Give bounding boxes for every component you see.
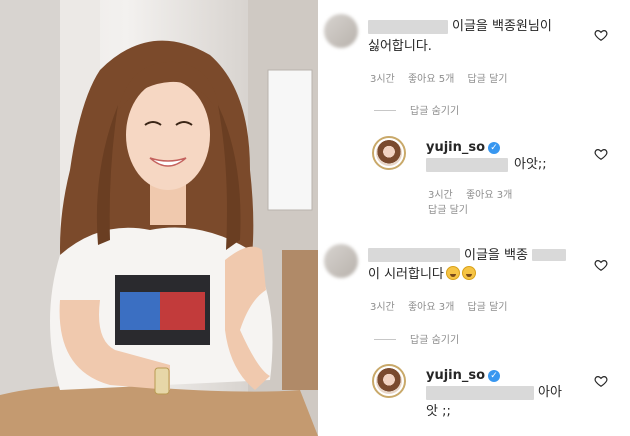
username-text: yujin_so bbox=[426, 140, 486, 155]
commenter-avatar[interactable] bbox=[324, 14, 358, 48]
owner-username[interactable]: yujin_so ✓ bbox=[426, 368, 501, 383]
comment-meta: 3시간 좋아요 3개 답글 달기 bbox=[370, 298, 517, 313]
reply-button[interactable]: 답글 달기 bbox=[467, 302, 507, 313]
divider-line bbox=[374, 339, 396, 340]
commenter-avatar[interactable] bbox=[324, 244, 358, 278]
reply-likes[interactable]: 좋아요 3개 bbox=[466, 190, 512, 201]
reply-text: 아아 bbox=[538, 385, 562, 400]
rolling-laughing-emoji-icon bbox=[445, 266, 460, 280]
comment-meta: 3시간 좋아요 5개 답글 달기 bbox=[370, 70, 517, 85]
owner-username[interactable]: yujin_so ✓ bbox=[426, 140, 501, 155]
comment-time: 3시간 bbox=[370, 74, 395, 85]
owner-avatar[interactable] bbox=[372, 136, 406, 170]
comment-time: 3시간 bbox=[370, 302, 395, 313]
rolling-laughing-emoji-icon bbox=[461, 266, 476, 280]
reply-text-line2: 앗 ;; bbox=[426, 404, 451, 419]
reply-button[interactable]: 답글 달기 bbox=[467, 74, 507, 85]
photo-illustration bbox=[0, 0, 318, 436]
verified-badge-icon: ✓ bbox=[488, 142, 501, 154]
reply-button-2[interactable]: 답글 달기 bbox=[428, 201, 468, 216]
reply-meta: 3시간 좋아요 3개 bbox=[428, 186, 522, 201]
post-photo bbox=[0, 0, 318, 436]
heart-outline-icon[interactable] bbox=[594, 28, 608, 42]
comments-panel: 이글을 백종원님이 싫어합니다. 3시간 좋아요 5개 답글 달기 답글 숨기기… bbox=[318, 0, 630, 436]
comment-likes[interactable]: 좋아요 5개 bbox=[408, 74, 454, 85]
comment-text: 이글을 백종 bbox=[464, 248, 528, 263]
heart-outline-icon[interactable] bbox=[594, 147, 608, 161]
owner-avatar[interactable] bbox=[372, 364, 406, 398]
heart-outline-icon[interactable] bbox=[594, 374, 608, 388]
comment-text-line2-label: 이 시러합니다 bbox=[368, 267, 444, 282]
verified-badge-icon: ✓ bbox=[488, 370, 501, 382]
redacted-username bbox=[368, 20, 448, 34]
hide-replies-toggle[interactable]: 답글 숨기기 bbox=[374, 331, 459, 346]
hide-replies-label: 답글 숨기기 bbox=[410, 335, 460, 346]
redacted-mention bbox=[426, 158, 508, 172]
reply-text: 아앗;; bbox=[514, 157, 547, 172]
redacted-text bbox=[532, 249, 566, 261]
username-text: yujin_so bbox=[426, 368, 486, 383]
comment-text-line2: 싫어합니다. bbox=[368, 39, 432, 54]
comment-likes[interactable]: 좋아요 3개 bbox=[408, 302, 454, 313]
redacted-mention bbox=[426, 386, 534, 400]
divider-line bbox=[374, 110, 396, 111]
comment-text-line2: 이 시러합니다 bbox=[368, 266, 476, 284]
hide-replies-toggle[interactable]: 답글 숨기기 bbox=[374, 102, 459, 117]
redacted-username bbox=[368, 248, 460, 262]
heart-outline-icon[interactable] bbox=[594, 258, 608, 272]
comment-text: 이글을 백종원님이 bbox=[452, 19, 552, 34]
reply-time: 3시간 bbox=[428, 190, 453, 201]
hide-replies-label: 답글 숨기기 bbox=[410, 106, 460, 117]
